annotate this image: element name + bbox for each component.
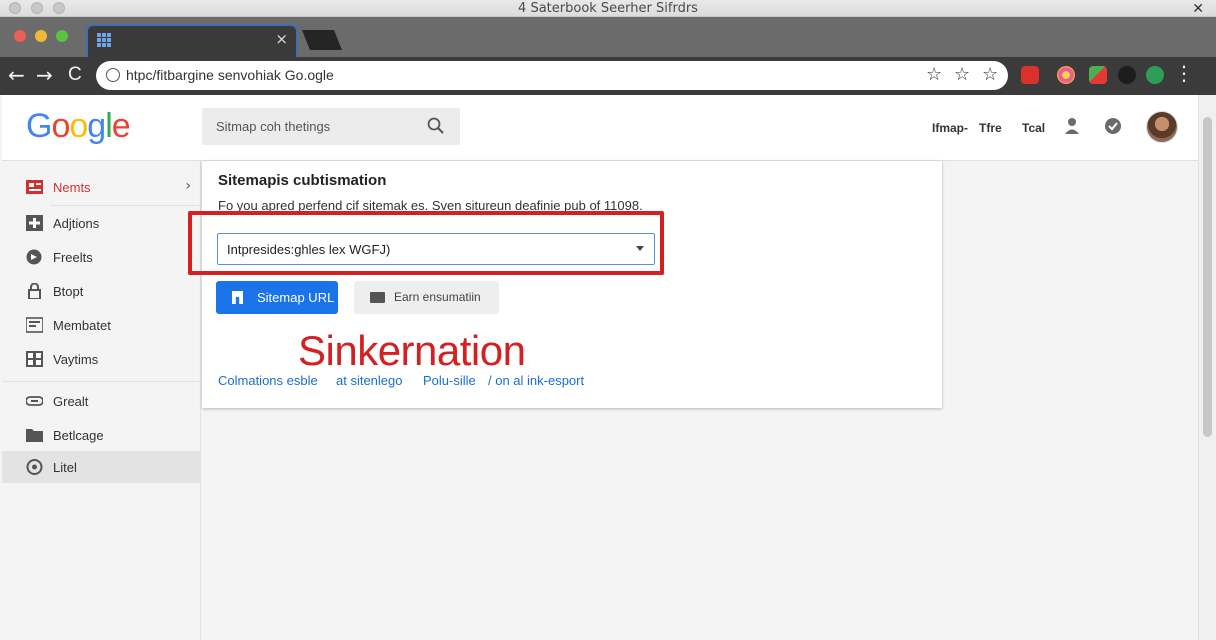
folder-icon	[26, 429, 43, 442]
bookmark-star-icon[interactable]: ☆	[954, 64, 970, 85]
card-link[interactable]: / on al ink-esport	[488, 373, 584, 388]
logo-letter: o	[69, 107, 88, 145]
settings-icon	[26, 459, 43, 475]
sidebar-item-nemts[interactable]: Nemts ›	[2, 171, 201, 203]
forward-button[interactable]: →	[36, 63, 53, 87]
traffic-maximize-button[interactable]	[56, 30, 68, 42]
sidebar: Nemts › Adjtions Freelts Btopt Membatet …	[2, 161, 201, 640]
logo-letter: e	[111, 107, 131, 145]
link-icon	[26, 396, 43, 406]
sidebar-item-membatet[interactable]: Membatet	[2, 309, 201, 341]
folder-icon	[370, 292, 385, 303]
logo-letter: o	[51, 107, 70, 145]
page-content: Google Sitmap coh thetings Ifmap- Tfre T…	[2, 95, 1198, 640]
scrollbar-thumb[interactable]	[1203, 117, 1212, 437]
apps-grid-icon	[97, 33, 111, 47]
header-link-tcal[interactable]: Tcal	[1022, 121, 1045, 135]
sidebar-item-litel[interactable]: Litel	[2, 451, 201, 483]
logo-letter: g	[87, 107, 106, 145]
sitemap-card: Sitemapis cubtismation Fo you apred perf…	[188, 161, 942, 408]
scrollbar[interactable]	[1198, 95, 1216, 640]
tab-strip: ×	[0, 17, 1216, 57]
reload-button[interactable]: C	[68, 63, 82, 87]
tab-close-icon[interactable]: ×	[275, 30, 288, 48]
header-link-imap[interactable]: Ifmap-	[932, 121, 968, 135]
sidebar-item-label: Membatet	[53, 318, 111, 333]
sidebar-item-label: Betlcage	[53, 428, 104, 443]
lock-icon	[28, 283, 41, 299]
browser-menu-icon[interactable]: ⋮	[1174, 61, 1194, 85]
card-link[interactable]: Polu-sille	[423, 373, 476, 388]
overlay-annotation-text: Sinkernation	[298, 327, 526, 374]
add-icon	[26, 215, 43, 231]
divider	[2, 381, 201, 382]
bookmark-star-icon[interactable]: ☆	[926, 64, 942, 85]
sidebar-item-label: Nemts	[53, 180, 91, 195]
traffic-close-button[interactable]	[14, 30, 26, 42]
news-icon	[26, 180, 43, 194]
sidebar-item-label: Adjtions	[53, 216, 100, 231]
browser-tab[interactable]: ×	[86, 24, 298, 57]
extension-tools-icon[interactable]	[1089, 66, 1107, 84]
sidebar-item-freelts[interactable]: Freelts	[2, 241, 201, 273]
avatar[interactable]	[1146, 111, 1178, 143]
new-tab-button[interactable]	[302, 30, 342, 50]
account-icon[interactable]	[1063, 117, 1081, 135]
sitemap-url-button[interactable]: Sitemap URL	[216, 281, 338, 314]
back-button[interactable]: ←	[8, 63, 25, 87]
home-icon	[232, 291, 243, 304]
card-title: Sitemapis cubtismation	[218, 172, 387, 189]
sidebar-item-label: Vaytims	[53, 352, 99, 367]
address-bar[interactable]: htpc/fitbargine senvohiak Go.ogle ☆ ☆ ☆	[96, 61, 1008, 90]
card-link[interactable]: at sitenlego	[336, 373, 403, 388]
os-close-icon[interactable]: ✕	[1192, 0, 1204, 17]
sidebar-item-grealt[interactable]: Grealt	[2, 385, 201, 417]
search-box[interactable]: Sitmap coh thetings	[202, 108, 460, 145]
url-text[interactable]: htpc/fitbargine senvohiak Go.ogle	[126, 67, 334, 83]
sidebar-item-label: Freelts	[53, 250, 93, 265]
extension-camera-icon[interactable]	[1057, 66, 1075, 84]
sidebar-item-betlcage[interactable]: Betlcage	[2, 419, 201, 451]
site-info-icon[interactable]	[106, 68, 120, 82]
traffic-minimize-button[interactable]	[35, 30, 47, 42]
sidebar-item-vaytims[interactable]: Vaytims	[2, 343, 201, 375]
header-link-tfre[interactable]: Tfre	[979, 121, 1002, 135]
sidebar-item-label: Btopt	[53, 284, 84, 299]
search-icon[interactable]	[426, 116, 446, 136]
search-input[interactable]: Sitmap coh thetings	[216, 119, 330, 134]
extension-red-icon[interactable]	[1021, 66, 1039, 84]
select-value: Intpresides:ghles lex WGFJ)	[227, 242, 391, 257]
sidebar-item-btopt[interactable]: Btopt	[2, 275, 201, 307]
card-link[interactable]: Colmations esble	[218, 373, 318, 388]
button-label: Earn ensumatiin	[394, 290, 481, 304]
button-label: Sitemap URL	[257, 290, 335, 305]
bookmark-star-icon[interactable]: ☆	[982, 64, 998, 85]
feed-icon	[26, 249, 42, 265]
os-titlebar: 4 Saterbook Seerher Sifrdrs ✕	[0, 0, 1216, 17]
extension-green-icon[interactable]	[1146, 66, 1164, 84]
browser-toolbar: ← → C htpc/fitbargine senvohiak Go.ogle …	[0, 57, 1216, 95]
chevron-down-icon[interactable]	[636, 246, 644, 251]
secondary-button[interactable]: Earn ensumatiin	[354, 281, 499, 314]
notifications-icon[interactable]	[1104, 117, 1122, 135]
sidebar-item-label: Litel	[53, 460, 77, 475]
sidebar-item-label: Grealt	[53, 394, 89, 409]
app-header: Google Sitmap coh thetings Ifmap- Tfre T…	[2, 95, 1198, 161]
logo-letter: G	[26, 107, 52, 145]
grid-icon	[26, 351, 43, 367]
keyboard-icon	[26, 317, 43, 333]
divider	[50, 205, 200, 206]
google-logo[interactable]: Google	[26, 107, 131, 146]
browser-window: 4 Saterbook Seerher Sifrdrs ✕ × ← → C ht…	[0, 0, 1216, 640]
sitemap-select[interactable]: Intpresides:ghles lex WGFJ)	[217, 233, 655, 265]
window-title: 4 Saterbook Seerher Sifrdrs	[518, 1, 698, 16]
extension-bomb-icon[interactable]	[1118, 66, 1136, 84]
chevron-right-icon[interactable]: ›	[185, 178, 191, 194]
sidebar-item-adjtions[interactable]: Adjtions	[2, 207, 201, 239]
